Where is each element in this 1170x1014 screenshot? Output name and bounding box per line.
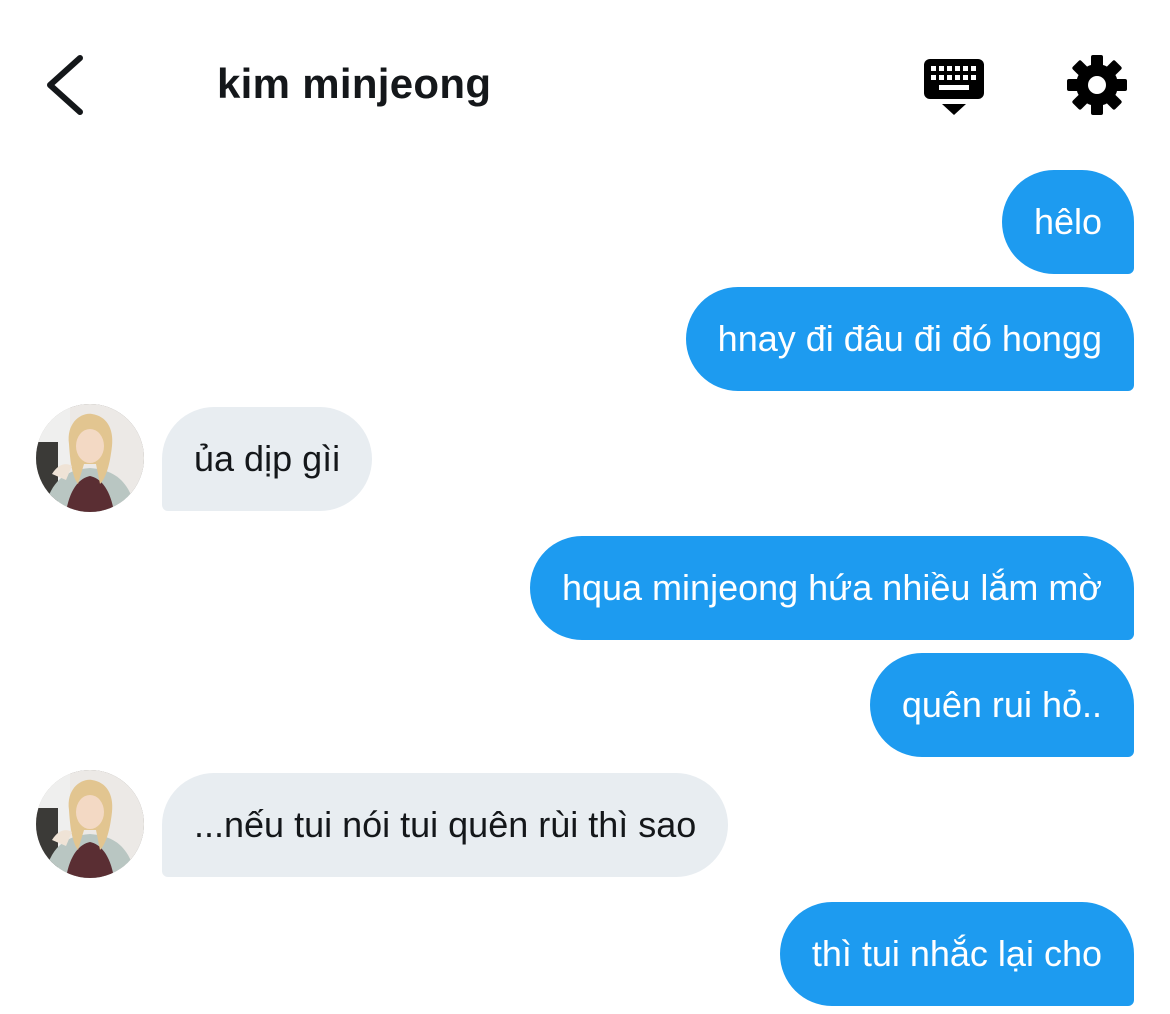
- avatar[interactable]: [36, 404, 144, 512]
- outgoing-message[interactable]: hqua minjeong hứa nhiều lắm mờ: [529, 536, 1134, 640]
- conversation-header: kim minjeong: [0, 0, 1170, 170]
- back-button[interactable]: [38, 50, 98, 120]
- keyboard-button[interactable]: [920, 55, 988, 119]
- gear-icon: [1067, 55, 1127, 115]
- outgoing-message[interactable]: hnay đi đâu đi đó hongg: [685, 287, 1134, 391]
- outgoing-message[interactable]: hêlo: [1001, 170, 1134, 274]
- settings-button[interactable]: [1066, 54, 1128, 116]
- message-text: thì tui nhắc lại cho: [811, 933, 1102, 974]
- keyboard-icon: [924, 59, 984, 115]
- message-text: quên rui hỏ..: [901, 684, 1102, 725]
- message-text: hnay đi đâu đi đó hongg: [717, 318, 1102, 359]
- outgoing-message[interactable]: quên rui hỏ..: [869, 653, 1134, 757]
- chevron-left-icon: [47, 55, 83, 115]
- incoming-message[interactable]: ủa dịp gìi: [162, 407, 373, 511]
- message-text: hqua minjeong hứa nhiều lắm mờ: [561, 567, 1102, 608]
- message-text: hêlo: [1033, 201, 1102, 242]
- conversation-title: kim minjeong: [217, 60, 492, 107]
- avatar[interactable]: [36, 770, 144, 878]
- message-text: ủa dịp gìi: [194, 438, 341, 479]
- outgoing-message[interactable]: thì tui nhắc lại cho: [779, 902, 1134, 1006]
- message-text: ...nếu tui nói tui quên rùi thì sao: [194, 804, 697, 845]
- incoming-message[interactable]: ...nếu tui nói tui quên rùi thì sao: [162, 773, 729, 877]
